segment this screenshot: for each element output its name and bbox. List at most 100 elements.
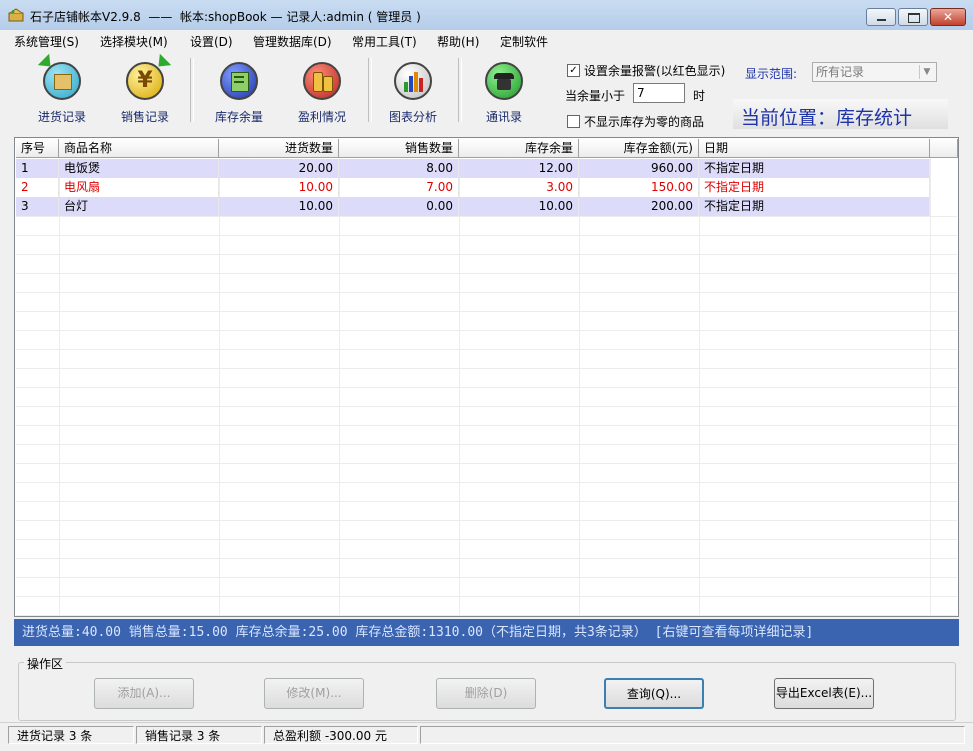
column-header-sold[interactable]: 销售数量: [339, 139, 459, 158]
summary-bar[interactable]: 进货总量:40.00 销售总量:15.00 库存总余量:25.00 库存总金额:…: [14, 619, 959, 646]
grid-row-line: [16, 273, 957, 274]
maximize-button[interactable]: [898, 8, 928, 26]
query-button[interactable]: 查询(Q)...: [604, 678, 704, 709]
export-excel-button[interactable]: 导出Excel表(E)...: [774, 678, 874, 709]
column-header-amount[interactable]: 库存金额(元): [579, 139, 699, 158]
column-header-purchase[interactable]: 进货数量: [219, 139, 339, 158]
cell-amount: 960.00: [579, 159, 699, 178]
chart-analysis-button[interactable]: 图表分析: [376, 56, 450, 130]
cell-purchase: 20.00: [219, 159, 339, 178]
contacts-label: 通讯录: [485, 110, 522, 124]
column-header-name[interactable]: 商品名称: [59, 139, 219, 158]
cell-sold: 8.00: [339, 159, 459, 178]
minimize-icon: [877, 19, 886, 21]
close-button[interactable]: ✕: [930, 8, 966, 26]
toolbar-separator: [368, 58, 372, 122]
minimize-button[interactable]: [866, 8, 896, 26]
column-header-index[interactable]: 序号: [16, 139, 59, 158]
title-bar: 石子店铺帐本V2.9.8 —— 帐本:shopBook — 记录人:admin …: [0, 0, 973, 31]
cell-date: 不指定日期: [699, 159, 930, 178]
threshold-prefix: 当余量小于: [565, 89, 626, 103]
telephone-icon: [485, 62, 523, 100]
inventory-table[interactable]: 序号 商品名称 进货数量 销售数量 库存余量 库存金额(元) 日期 1 电饭煲 …: [14, 137, 959, 617]
grid-row-line: [16, 539, 957, 540]
box-arrow-icon: [37, 53, 81, 100]
grid-row-line: [16, 330, 957, 331]
grid-row-line: [16, 558, 957, 559]
grid-row-line: [16, 368, 957, 369]
cell-index: 3: [16, 197, 59, 216]
summary-text: 进货总量:40.00 销售总量:15.00 库存总余量:25.00 库存总金额:…: [22, 625, 814, 640]
close-icon: ✕: [942, 10, 954, 24]
grid-row-line: [16, 463, 957, 464]
status-empty: [420, 726, 965, 744]
status-profit: 总盈利额 -300.00 元: [264, 726, 418, 744]
cell-index: 1: [16, 159, 59, 178]
menu-custom[interactable]: 定制软件: [500, 33, 548, 50]
grid-row-line: [16, 501, 957, 502]
grid-column-line: [459, 158, 460, 616]
alert-label: 设置余量报警(以红色显示): [584, 64, 726, 78]
cell-sold: 7.00: [339, 178, 459, 197]
table-row[interactable]: 3 台灯 10.00 0.00 10.00 200.00 不指定日期: [16, 197, 930, 216]
column-header-date[interactable]: 日期: [699, 139, 930, 158]
grid-row-line: [16, 235, 957, 236]
edit-button[interactable]: 修改(M)...: [264, 678, 364, 709]
grid-row-line: [16, 311, 957, 312]
column-header-stock[interactable]: 库存余量: [459, 139, 579, 158]
cell-name: 台灯: [59, 197, 219, 216]
status-bar: 进货记录 3 条 销售记录 3 条 总盈利额 -300.00 元: [0, 722, 973, 751]
toolbar: 进货记录 ¥ 销售记录 库存余量 盈利情况 图表分析 通讯录 ✓ 设置余量报警(…: [8, 52, 965, 132]
status-sales-count: 销售记录 3 条: [136, 726, 262, 744]
profit-button[interactable]: 盈利情况: [285, 56, 359, 130]
position-text: 当前位置：库存统计: [741, 107, 913, 129]
grid-column-line: [579, 158, 580, 616]
inventory-button[interactable]: 库存余量: [202, 56, 276, 130]
table-row[interactable]: 1 电饭煲 20.00 8.00 12.00 960.00 不指定日期: [16, 159, 930, 178]
add-button[interactable]: 添加(A)...: [94, 678, 194, 709]
cell-stock: 12.00: [459, 159, 579, 178]
range-select[interactable]: 所有记录 ▼: [812, 62, 937, 82]
sales-records-button[interactable]: ¥ 销售记录: [108, 53, 182, 130]
toolbar-separator: [458, 58, 462, 122]
position-panel: 当前位置：库存统计: [733, 99, 948, 129]
grid-column-line: [930, 158, 931, 616]
menu-database[interactable]: 管理数据库(D): [253, 33, 332, 50]
grid-row-line: [16, 406, 957, 407]
grid-row-line: [16, 596, 957, 597]
menu-system[interactable]: 系统管理(S): [14, 33, 79, 50]
delete-button[interactable]: 删除(D): [436, 678, 536, 709]
inventory-label: 库存余量: [214, 110, 263, 124]
cell-name: 电饭煲: [59, 159, 219, 178]
maximize-icon: [908, 13, 920, 23]
menu-modules[interactable]: 选择模块(M): [100, 33, 168, 50]
cell-amount: 150.00: [579, 178, 699, 197]
menu-settings[interactable]: 设置(D): [190, 33, 233, 50]
threshold-input[interactable]: 7: [633, 83, 685, 103]
status-purchase-count: 进货记录 3 条: [8, 726, 134, 744]
grid-row-line: [16, 520, 957, 521]
range-select-value: 所有记录: [816, 65, 865, 79]
cell-date: 不指定日期: [699, 178, 930, 197]
table-row[interactable]: 2 电风扇 10.00 7.00 3.00 150.00 不指定日期: [16, 178, 930, 197]
bar-chart-icon: [394, 62, 432, 100]
cell-index: 2: [16, 178, 59, 197]
column-header-filler: [930, 139, 958, 158]
menu-tools[interactable]: 常用工具(T): [352, 33, 417, 50]
grid-column-line: [59, 158, 60, 616]
window-title: 石子店铺帐本V2.9.8 —— 帐本:shopBook — 记录人:admin …: [30, 10, 421, 24]
hide-zero-checkbox[interactable]: [567, 115, 580, 128]
purchase-records-button[interactable]: 进货记录: [25, 53, 99, 130]
chart-analysis-label: 图表分析: [388, 110, 437, 124]
alert-checkbox[interactable]: ✓: [567, 64, 580, 77]
menu-help[interactable]: 帮助(H): [437, 33, 479, 50]
cell-amount: 200.00: [579, 197, 699, 216]
operation-area-label: 操作区: [24, 655, 67, 672]
purchase-records-label: 进货记录: [37, 110, 86, 124]
cell-stock: 10.00: [459, 197, 579, 216]
grid-column-line: [219, 158, 220, 616]
range-label: 显示范围:: [745, 67, 798, 81]
grid-row-line: [16, 425, 957, 426]
grid-row-line: [16, 254, 957, 255]
contacts-button[interactable]: 通讯录: [467, 56, 541, 130]
